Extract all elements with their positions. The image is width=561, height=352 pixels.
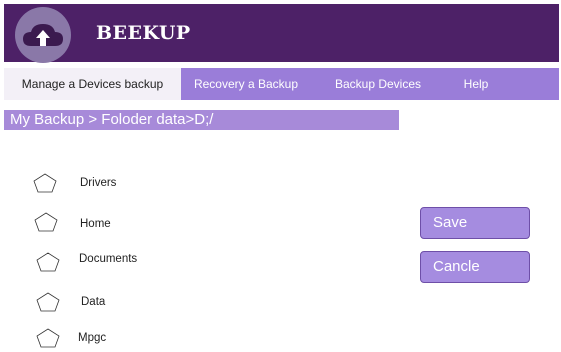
folder-label: Documents: [79, 253, 138, 265]
tab-help[interactable]: Help: [456, 68, 496, 100]
pentagon-icon: [36, 252, 60, 272]
brand-name: BEEKUP: [96, 22, 191, 44]
pentagon-icon: [36, 292, 60, 312]
tab-manage-devices-backup[interactable]: Manage a Devices backup: [4, 68, 181, 100]
folder-label: Data: [81, 296, 106, 308]
app-header: BEEKUP: [4, 4, 559, 63]
folder-label: Drivers: [80, 177, 117, 189]
pentagon-icon: [34, 212, 58, 232]
breadcrumb: My Backup > Foloder data>D;/: [4, 110, 399, 130]
pentagon-icon: [33, 173, 57, 193]
cloud-upload-icon: [21, 20, 65, 50]
tab-bar: Manage a Devices backup Recovery a Backu…: [4, 68, 559, 100]
tab-backup-devices[interactable]: Backup Devices: [322, 68, 434, 100]
save-button[interactable]: Save: [420, 207, 530, 239]
cancel-button[interactable]: Cancle: [420, 251, 530, 283]
pentagon-icon: [36, 328, 60, 348]
folder-label: Mpgc: [78, 332, 107, 344]
logo: [15, 7, 71, 63]
tab-recovery-backup[interactable]: Recovery a Backup: [185, 68, 307, 100]
folder-label: Home: [80, 218, 111, 230]
